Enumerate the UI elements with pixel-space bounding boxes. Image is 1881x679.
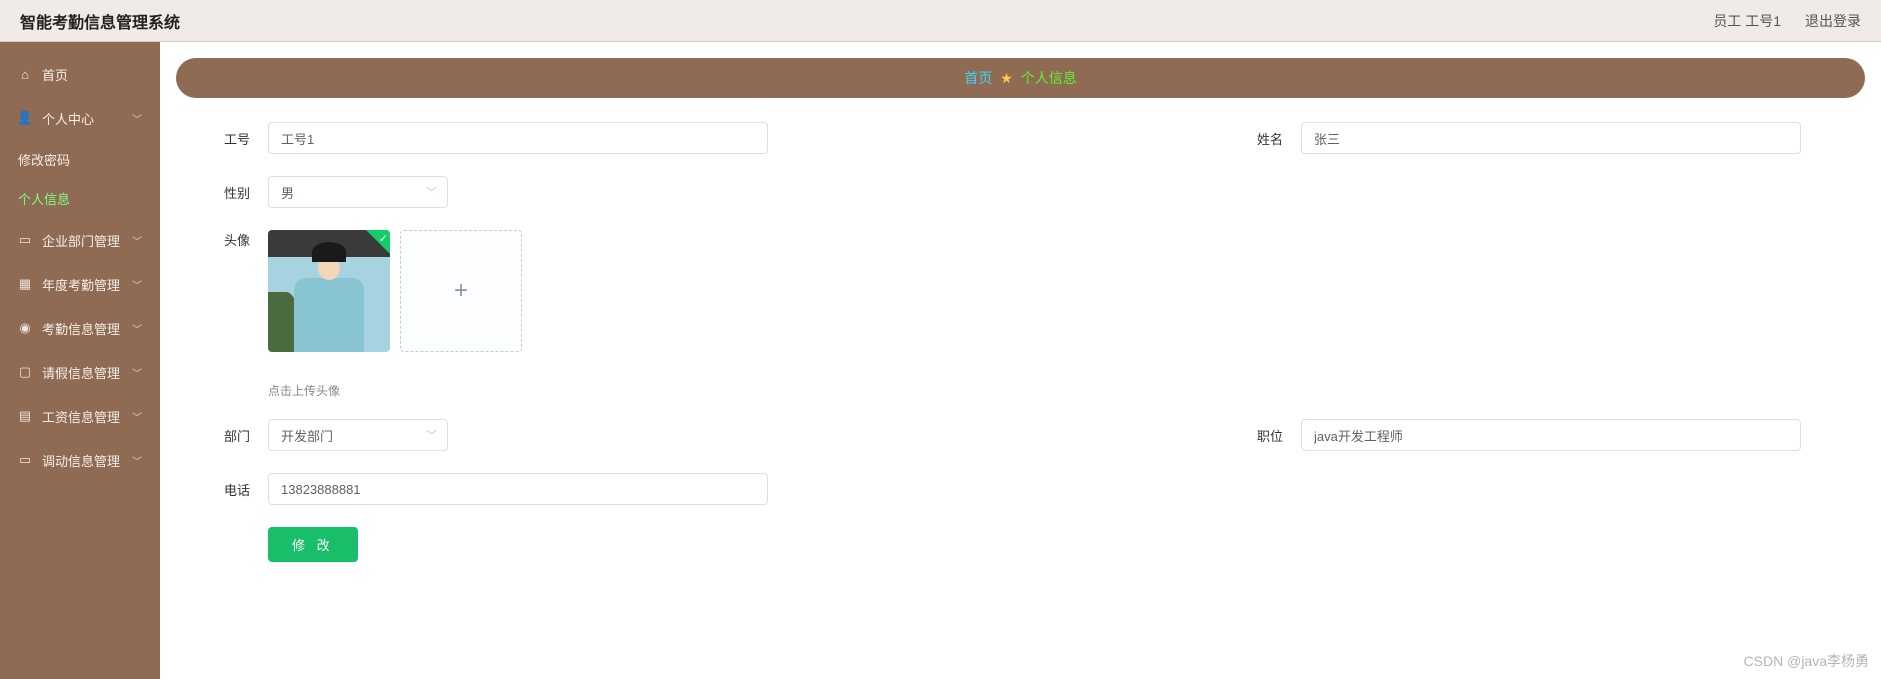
chevron-down-icon: ﹀ xyxy=(132,365,142,380)
sidebar-item-transfer-info[interactable]: ▭ 调动信息管理 ﹀ xyxy=(0,438,160,482)
sidebar-item-personal-center[interactable]: 👤 个人中心 ﹀ xyxy=(0,96,160,140)
phone-label: 电话 xyxy=(224,480,264,499)
user-label[interactable]: 员工 工号1 xyxy=(1713,11,1781,31)
grid-icon: ▦ xyxy=(18,277,32,291)
gender-select[interactable]: 男 ﹀ xyxy=(268,176,448,208)
chevron-down-icon: ﹀ xyxy=(132,409,142,424)
breadcrumb: 首页 ★ 个人信息 xyxy=(176,58,1865,98)
sidebar-item-label: 工资信息管理 xyxy=(42,407,120,426)
plus-icon: + xyxy=(454,277,468,305)
name-label: 姓名 xyxy=(1257,129,1297,148)
submit-button[interactable]: 修 改 xyxy=(268,527,358,562)
sidebar: ⌂ 首页 👤 个人中心 ﹀ 修改密码 个人信息 ▭ 企业部门管理 ﹀ ▦ 年度考… xyxy=(0,42,160,679)
emp-id-label: 工号 xyxy=(224,129,264,148)
sidebar-item-label: 调动信息管理 xyxy=(42,451,120,470)
personal-info-form: 工号 姓名 性别 男 ﹀ 头像 xyxy=(176,122,1865,562)
chevron-down-icon: ﹀ xyxy=(132,453,142,468)
sidebar-item-label: 年度考勤管理 xyxy=(42,275,120,294)
clipboard-icon: ▢ xyxy=(18,365,32,379)
breadcrumb-current: 个人信息 xyxy=(1021,68,1077,88)
gender-label: 性别 xyxy=(224,183,264,202)
chevron-down-icon: ﹀ xyxy=(426,427,437,443)
app-title: 智能考勤信息管理系统 xyxy=(20,9,180,33)
emp-id-input[interactable] xyxy=(268,122,768,154)
sidebar-item-label: 个人中心 xyxy=(42,109,94,128)
sidebar-item-label: 首页 xyxy=(42,65,68,84)
sidebar-item-label: 考勤信息管理 xyxy=(42,319,120,338)
dept-label: 部门 xyxy=(224,426,264,445)
topbar: 智能考勤信息管理系统 员工 工号1 退出登录 xyxy=(0,0,1881,42)
upload-hint[interactable]: 点击上传头像 xyxy=(268,382,1817,399)
name-input[interactable] xyxy=(1301,122,1801,154)
check-icon xyxy=(366,230,390,254)
breadcrumb-home[interactable]: 首页 xyxy=(964,68,992,88)
avatar-label: 头像 xyxy=(224,230,264,249)
chevron-down-icon: ﹀ xyxy=(132,321,142,336)
sidebar-item-label: 企业部门管理 xyxy=(42,231,120,250)
sidebar-item-annual-attendance[interactable]: ▦ 年度考勤管理 ﹀ xyxy=(0,262,160,306)
logout-button[interactable]: 退出登录 xyxy=(1805,11,1861,31)
dept-select[interactable]: 开发部门 ﹀ xyxy=(268,419,448,451)
topbar-right: 员工 工号1 退出登录 xyxy=(1713,11,1861,31)
phone-input[interactable] xyxy=(268,473,768,505)
chevron-down-icon: ﹀ xyxy=(132,277,142,292)
sidebar-sub-change-password[interactable]: 修改密码 xyxy=(0,140,160,179)
position-input[interactable] xyxy=(1301,419,1801,451)
bulb-icon: ◉ xyxy=(18,321,32,335)
chevron-down-icon: ﹀ xyxy=(132,233,142,248)
position-label: 职位 xyxy=(1257,426,1297,445)
chevron-down-icon: ﹀ xyxy=(426,184,437,200)
monitor-icon: ▭ xyxy=(18,233,32,247)
sidebar-item-label: 请假信息管理 xyxy=(42,363,120,382)
star-icon: ★ xyxy=(1000,70,1013,87)
document-icon: ▤ xyxy=(18,409,32,423)
home-icon: ⌂ xyxy=(18,67,32,81)
user-icon: 👤 xyxy=(18,111,32,125)
sidebar-item-salary-info[interactable]: ▤ 工资信息管理 ﹀ xyxy=(0,394,160,438)
sidebar-item-leave-info[interactable]: ▢ 请假信息管理 ﹀ xyxy=(0,350,160,394)
chevron-down-icon: ﹀ xyxy=(132,111,142,126)
dept-value: 开发部门 xyxy=(281,426,333,445)
main-content: 首页 ★ 个人信息 工号 姓名 性别 男 ﹀ xyxy=(160,42,1881,679)
gender-value: 男 xyxy=(281,183,294,202)
avatar-thumbnail[interactable] xyxy=(268,230,390,352)
sidebar-item-attendance-info[interactable]: ◉ 考勤信息管理 ﹀ xyxy=(0,306,160,350)
upload-avatar-button[interactable]: + xyxy=(400,230,522,352)
sidebar-item-home[interactable]: ⌂ 首页 xyxy=(0,52,160,96)
presentation-icon: ▭ xyxy=(18,453,32,467)
sidebar-sub-personal-info[interactable]: 个人信息 xyxy=(0,179,160,218)
sidebar-item-enterprise-dept[interactable]: ▭ 企业部门管理 ﹀ xyxy=(0,218,160,262)
